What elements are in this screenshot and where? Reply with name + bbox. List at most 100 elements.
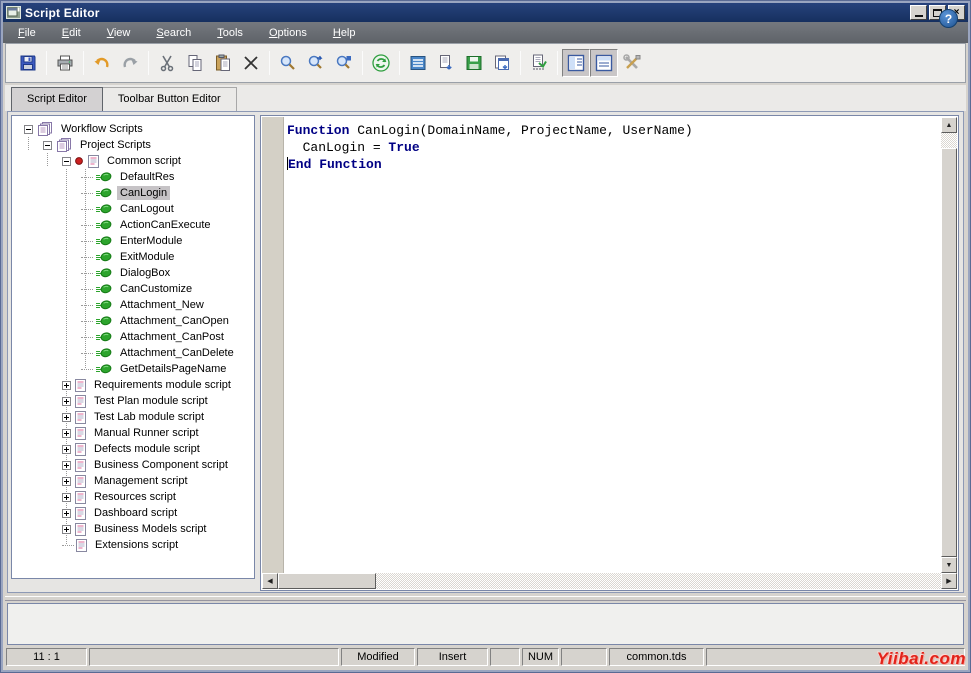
- apply-script-icon[interactable]: [488, 49, 516, 77]
- script-doc-icon: [75, 395, 86, 408]
- find-replace-icon[interactable]: [330, 49, 358, 77]
- tree-item-label[interactable]: Workflow Scripts: [58, 122, 146, 136]
- tree-row: Common script: [12, 153, 254, 169]
- help-icon[interactable]: ?: [939, 9, 958, 28]
- print-icon[interactable]: [51, 49, 79, 77]
- script-tree-pane: Workflow Scripts Project Scripts Common sc…: [11, 115, 255, 579]
- menu-view[interactable]: View: [98, 25, 140, 41]
- expand-icon[interactable]: [62, 477, 71, 486]
- scroll-up-button[interactable]: ▲: [941, 117, 957, 133]
- find-icon[interactable]: [274, 49, 302, 77]
- tab-script-editor[interactable]: Script Editor: [11, 87, 103, 111]
- tree-item-label[interactable]: DialogBox: [117, 266, 173, 280]
- toolbar-separator: [399, 51, 400, 75]
- menu-tools[interactable]: Tools: [208, 25, 252, 41]
- tree-item-label[interactable]: Attachment_CanDelete: [117, 346, 237, 360]
- show-tree-icon[interactable]: [562, 49, 590, 77]
- expand-icon[interactable]: [62, 429, 71, 438]
- find-next-icon[interactable]: [302, 49, 330, 77]
- paste-icon[interactable]: [209, 49, 237, 77]
- tree-item-label[interactable]: DefaultRes: [117, 170, 177, 184]
- save-icon[interactable]: [14, 49, 42, 77]
- copy-icon[interactable]: [181, 49, 209, 77]
- tree-item-label[interactable]: Manual Runner script: [91, 426, 202, 440]
- expand-icon[interactable]: [62, 445, 71, 454]
- tree-item-label[interactable]: Project Scripts: [77, 138, 154, 152]
- tree-item-label[interactable]: Common script: [104, 154, 184, 168]
- tree-item-label[interactable]: Test Lab module script: [91, 410, 207, 424]
- show-messages-icon[interactable]: [590, 49, 618, 77]
- tree-item-label[interactable]: Defects module script: [91, 442, 203, 456]
- tree-connector: [62, 545, 74, 546]
- collapse-icon[interactable]: [62, 157, 71, 166]
- scroll-down-button[interactable]: ▼: [941, 557, 957, 573]
- tree-item-label[interactable]: CanLogin: [117, 186, 170, 200]
- horizontal-splitter[interactable]: [5, 596, 966, 601]
- vertical-scrollbar-thumb[interactable]: [941, 148, 957, 557]
- expand-icon[interactable]: [62, 509, 71, 518]
- tree-item-label[interactable]: Management script: [91, 474, 191, 488]
- tree-item-label[interactable]: CanCustomize: [117, 282, 195, 296]
- tab-toolbar-button-editor[interactable]: Toolbar Button Editor: [103, 87, 237, 111]
- tree-connector: [81, 241, 93, 242]
- tree-row: Business Component script: [12, 457, 254, 473]
- horizontal-scrollbar-thumb[interactable]: [278, 573, 376, 589]
- code-editor[interactable]: Function CanLogin(DomainName, ProjectNam…: [285, 117, 941, 573]
- tree-item-label[interactable]: Attachment_CanOpen: [117, 314, 232, 328]
- tree-item-label[interactable]: CanLogout: [117, 202, 177, 216]
- tree-item-label[interactable]: ExitModule: [117, 250, 177, 264]
- expand-icon[interactable]: [62, 413, 71, 422]
- tree-connector: [81, 209, 93, 210]
- expand-icon[interactable]: [62, 525, 71, 534]
- tree-row: Management script: [12, 473, 254, 489]
- tree-item-label[interactable]: Test Plan module script: [91, 394, 211, 408]
- minimize-button[interactable]: [910, 5, 927, 20]
- tree-item-label[interactable]: ActionCanExecute: [117, 218, 214, 232]
- tree-row: Resources script: [12, 489, 254, 505]
- properties-icon[interactable]: [618, 49, 646, 77]
- expand-icon[interactable]: [62, 397, 71, 406]
- tree-item-label[interactable]: Attachment_CanPost: [117, 330, 227, 344]
- redo-icon[interactable]: [116, 49, 144, 77]
- scroll-right-button[interactable]: ▶: [941, 573, 957, 589]
- script-doc-icon: [75, 427, 86, 440]
- tree-item-label[interactable]: Resources script: [91, 490, 179, 504]
- save-all-icon[interactable]: [460, 49, 488, 77]
- tree-item-label[interactable]: GetDetailsPageName: [117, 362, 229, 376]
- tree-connector: [81, 177, 93, 178]
- tree-item-label[interactable]: Extensions script: [92, 538, 181, 552]
- field-list-icon[interactable]: [404, 49, 432, 77]
- load-script-icon[interactable]: [432, 49, 460, 77]
- keyword-token: True: [388, 140, 419, 155]
- tree-item-label[interactable]: Business Component script: [91, 458, 231, 472]
- delete-icon[interactable]: [237, 49, 265, 77]
- collapse-icon[interactable]: [24, 125, 33, 134]
- tree-connector: [81, 337, 93, 338]
- horizontal-scrollbar[interactable]: ◀ ▶: [262, 573, 957, 589]
- title-bar[interactable]: Script Editor ×: [3, 3, 968, 22]
- undo-icon[interactable]: [88, 49, 116, 77]
- menu-options[interactable]: Options: [260, 25, 316, 41]
- menu-edit[interactable]: Edit: [53, 25, 90, 41]
- tree-item-label[interactable]: Attachment_New: [117, 298, 207, 312]
- tree-item-label[interactable]: EnterModule: [117, 234, 185, 248]
- expand-icon[interactable]: [62, 461, 71, 470]
- script-doc-icon: [75, 379, 86, 392]
- tree-item-label[interactable]: Dashboard script: [91, 506, 180, 520]
- menu-help[interactable]: Help: [324, 25, 365, 41]
- syntax-check-icon[interactable]: [525, 49, 553, 77]
- tree-item-label[interactable]: Business Models script: [91, 522, 210, 536]
- window-title: Script Editor: [25, 6, 100, 20]
- go-icon[interactable]: [367, 49, 395, 77]
- scroll-left-button[interactable]: ◀: [262, 573, 278, 589]
- tree-item-label[interactable]: Requirements module script: [91, 378, 234, 392]
- cut-icon[interactable]: [153, 49, 181, 77]
- menu-file[interactable]: File: [9, 25, 45, 41]
- function-comet-icon: [95, 203, 112, 215]
- menu-search[interactable]: Search: [147, 25, 200, 41]
- tree-row: Project Scripts: [12, 137, 254, 153]
- collapse-icon[interactable]: [43, 141, 52, 150]
- expand-icon[interactable]: [62, 381, 71, 390]
- vertical-scrollbar[interactable]: ▲ ▼: [941, 117, 957, 573]
- expand-icon[interactable]: [62, 493, 71, 502]
